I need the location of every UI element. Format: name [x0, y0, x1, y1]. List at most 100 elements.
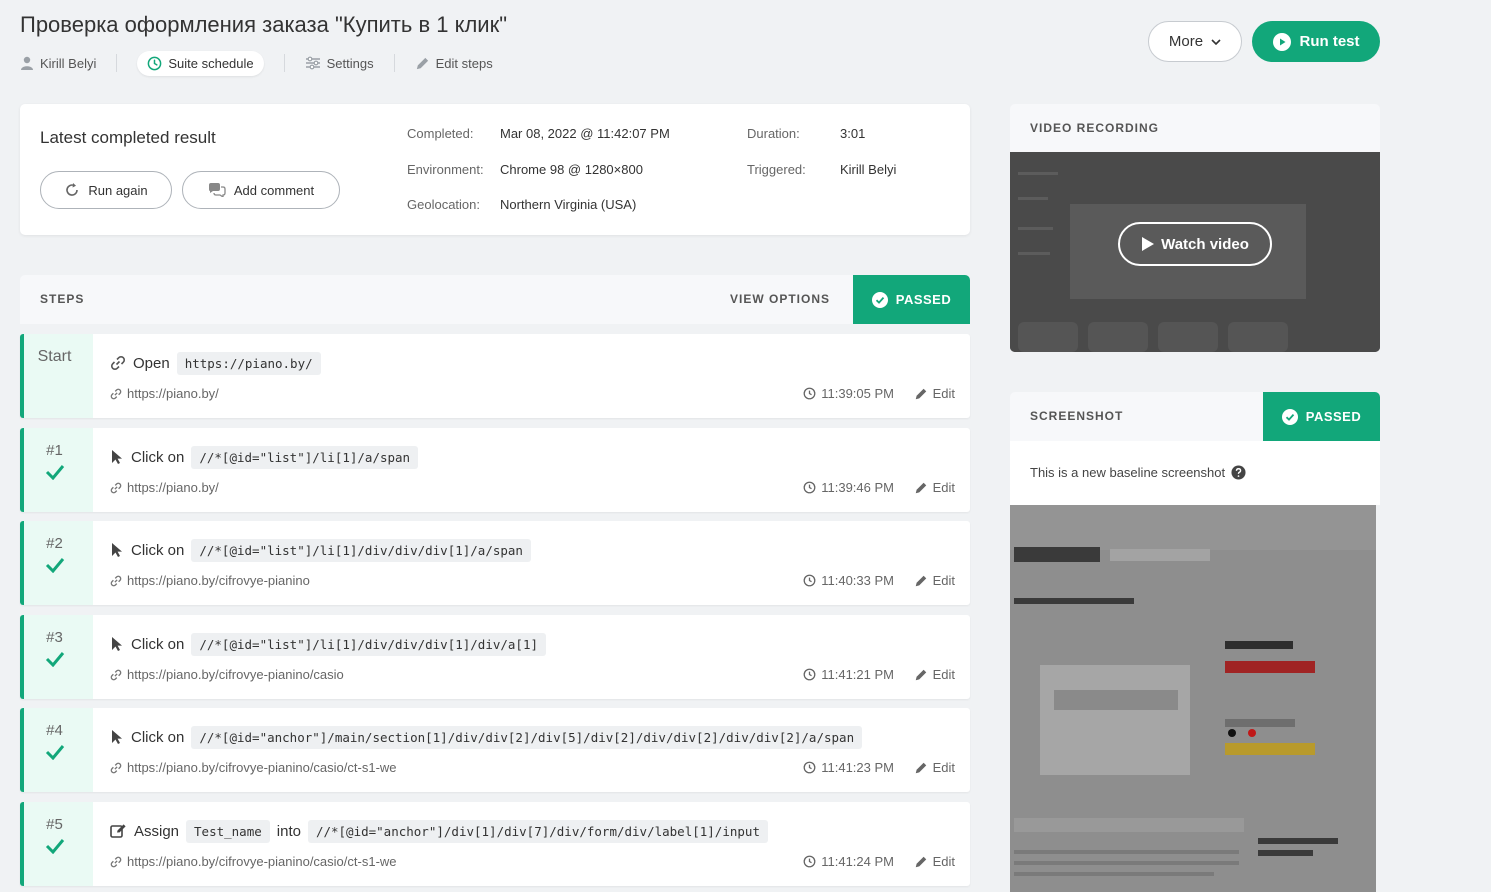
clock-icon [803, 761, 816, 774]
step-time: 11:41:21 PM [803, 667, 894, 682]
step-action[interactable]: Click on //*[@id="list"]/li[1]/div/div/d… [110, 538, 531, 562]
steps-status-label: PASSED [895, 292, 952, 307]
run-again-button[interactable]: Run again [40, 171, 172, 209]
step-side [20, 334, 93, 418]
step-action[interactable]: Click on //*[@id="list"]/li[1]/div/div/d… [110, 632, 547, 656]
more-button[interactable]: More [1148, 21, 1242, 62]
triggered-label: Triggered: [747, 162, 806, 177]
step-time: 11:40:33 PM [803, 573, 894, 588]
step-action[interactable]: Click on //*[@id="list"]/li[1]/a/span [110, 445, 419, 469]
step-time: 11:41:23 PM [803, 760, 894, 775]
step-time-text: 11:39:05 PM [821, 386, 894, 401]
view-options-button[interactable]: VIEW OPTIONS [730, 292, 830, 306]
step-edit-label: Edit [932, 854, 955, 869]
step-into-label: into [276, 822, 301, 840]
step-value: Test_name [186, 819, 270, 843]
duration-value: 3:01 [840, 126, 866, 141]
step-action[interactable]: Open https://piano.by/ [110, 351, 321, 375]
watch-video-button[interactable]: Watch video [1118, 222, 1272, 266]
screenshot-status-badge: PASSED [1263, 392, 1380, 441]
duration-label: Duration: [747, 126, 800, 141]
completed-value: Mar 08, 2022 @ 11:42:07 PM [500, 126, 670, 141]
step-action-label: Open [133, 354, 170, 372]
step-url[interactable]: https://piano.by/ [110, 386, 219, 401]
link-icon [110, 388, 122, 399]
latest-result-title: Latest completed result [40, 128, 216, 147]
step-url-text: https://piano.by/cifrovye-pianino/casio [127, 667, 344, 682]
step-url[interactable]: https://piano.by/ [110, 480, 219, 495]
cursor-icon [112, 730, 122, 744]
step-row: #5 Assign Test_name into //*[@id="anchor… [20, 802, 970, 886]
step-time: 11:41:24 PM [803, 854, 894, 869]
play-icon [1142, 237, 1155, 251]
clock-icon [803, 387, 816, 400]
step-number: #5 [46, 816, 63, 833]
link-icon [110, 856, 122, 867]
divider [393, 54, 395, 72]
step-url[interactable]: https://piano.by/cifrovye-pianino/casio/… [110, 854, 397, 869]
step-url[interactable]: https://piano.by/cifrovye-pianino/casio/… [110, 760, 397, 775]
step-row: #2 Click on //*[@id="list"]/li[1]/div/di… [20, 521, 970, 605]
add-comment-button[interactable]: Add comment [182, 171, 340, 209]
pencil-icon [915, 575, 926, 586]
step-action[interactable]: Click on //*[@id="anchor"]/main/section[… [110, 725, 863, 749]
step-url-text: https://piano.by/cifrovye-pianino [127, 573, 310, 588]
pencil-icon [915, 482, 926, 493]
clock-icon [148, 56, 162, 70]
user-link[interactable]: Kirill Belyi [20, 56, 96, 71]
steps-header: STEPS VIEW OPTIONS [20, 275, 970, 324]
step-edit-label: Edit [932, 480, 955, 495]
screenshot-preview-image [1010, 505, 1376, 892]
page-title: Проверка оформления заказа "Купить в 1 к… [20, 12, 508, 37]
pencil-icon [915, 669, 926, 680]
environment-label: Environment: [407, 162, 484, 177]
help-icon[interactable] [1231, 465, 1246, 480]
run-test-button[interactable]: Run test [1252, 21, 1380, 62]
step-row: #3 Click on //*[@id="list"]/li[1]/div/di… [20, 615, 970, 699]
run-test-label: Run test [1299, 33, 1360, 50]
link-icon [110, 482, 122, 493]
step-edit-button[interactable]: Edit [914, 667, 955, 682]
step-edit-button[interactable]: Edit [914, 854, 955, 869]
video-thumbnail[interactable]: Watch video [1010, 152, 1380, 352]
step-url[interactable]: https://piano.by/cifrovye-pianino/casio [110, 667, 344, 682]
step-selector: //*[@id="anchor"]/div[1]/div[7]/div/form… [307, 819, 768, 843]
watch-video-label: Watch video [1161, 235, 1249, 253]
step-edit-label: Edit [932, 667, 955, 682]
step-action-label: Assign [134, 822, 180, 840]
environment-value: Chrome 98 @ 1280×800 [500, 162, 643, 177]
add-comment-label: Add comment [233, 182, 315, 198]
step-url[interactable]: https://piano.by/cifrovye-pianino [110, 573, 310, 588]
step-edit-label: Edit [932, 573, 955, 588]
cursor-icon [112, 637, 122, 651]
step-edit-button[interactable]: Edit [914, 760, 955, 775]
step-edit-button[interactable]: Edit [914, 573, 955, 588]
suite-schedule-label: Suite schedule [168, 55, 254, 71]
step-time-text: 11:41:23 PM [821, 760, 894, 775]
settings-link[interactable]: Settings [305, 56, 374, 71]
pencil-icon [915, 856, 926, 867]
run-again-label: Run again [88, 182, 148, 198]
more-label: More [1168, 33, 1204, 50]
step-url-text: https://piano.by/ [127, 480, 219, 495]
step-edit-button[interactable]: Edit [914, 480, 955, 495]
cursor-icon [112, 543, 122, 557]
edit-steps-link[interactable]: Edit steps [415, 56, 493, 71]
baseline-screenshot-image[interactable] [1010, 505, 1376, 892]
clock-icon [803, 855, 816, 868]
step-time: 11:39:46 PM [803, 480, 894, 495]
user-name: Kirill Belyi [40, 55, 97, 71]
screenshot-note: This is a new baseline screenshot [1030, 465, 1226, 480]
step-number: #3 [46, 629, 63, 646]
step-action-label: Click on [131, 728, 185, 746]
step-edit-button[interactable]: Edit [914, 386, 955, 401]
pencil-icon [915, 762, 926, 773]
suite-schedule-button[interactable]: Suite schedule [137, 50, 264, 76]
step-selector: https://piano.by/ [176, 351, 321, 375]
play-circle-icon [1272, 32, 1291, 51]
step-action[interactable]: Assign Test_name into //*[@id="anchor"]/… [110, 819, 768, 843]
step-time-text: 11:39:46 PM [821, 480, 894, 495]
screenshot-note-row: This is a new baseline screenshot [1010, 441, 1380, 505]
triggered-value: Kirill Belyi [840, 162, 897, 177]
check-icon [45, 652, 65, 667]
